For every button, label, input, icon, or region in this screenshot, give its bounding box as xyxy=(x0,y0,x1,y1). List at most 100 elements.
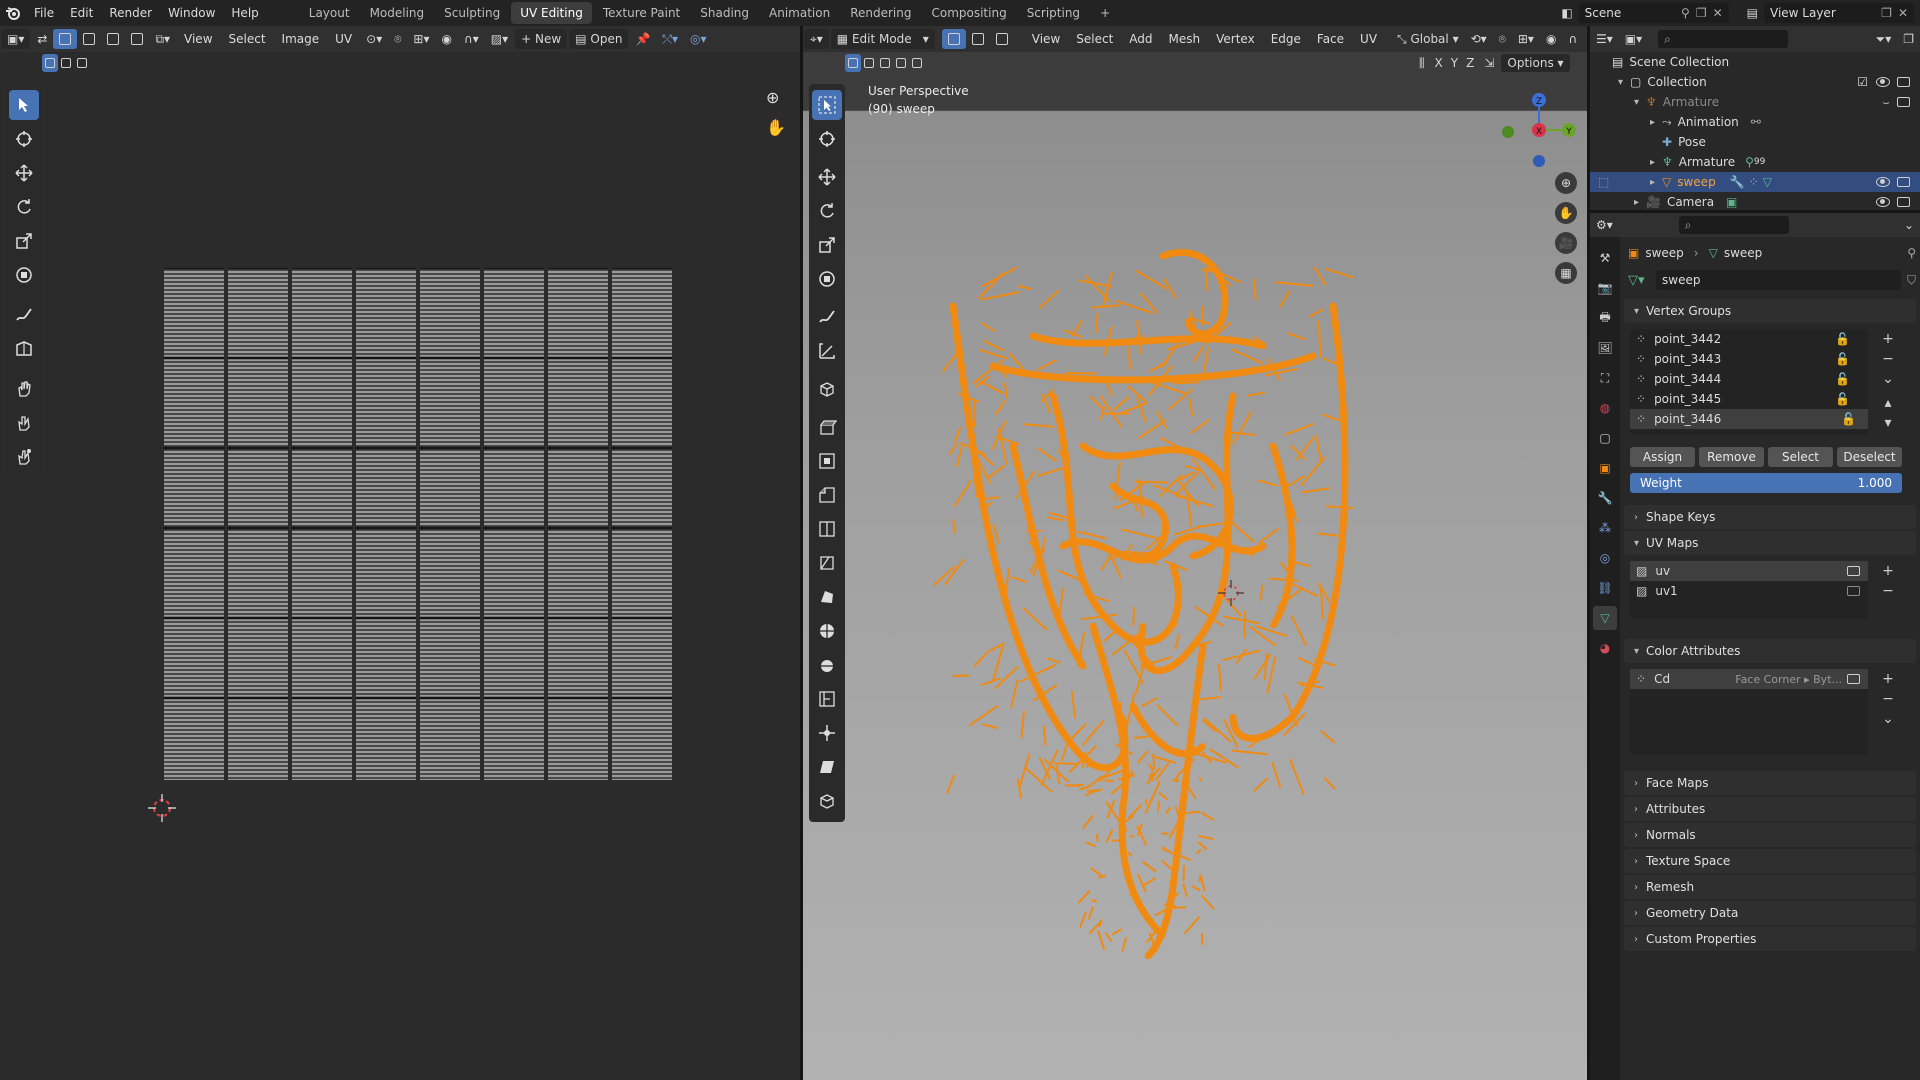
mesh-edge[interactable] xyxy=(1197,841,1208,851)
mesh-edge[interactable] xyxy=(980,677,1001,687)
mesh-edge-strand[interactable] xyxy=(1109,482,1170,562)
mesh-edge[interactable] xyxy=(1095,312,1099,334)
render-camera-icon[interactable] xyxy=(1897,97,1910,107)
zoom-view-icon[interactable]: ⊕ xyxy=(1555,172,1577,194)
pan-view-icon[interactable]: ✋ xyxy=(1555,202,1577,224)
shape-keys-panel-header[interactable]: › Shape Keys xyxy=(1624,505,1916,529)
mesh-edge[interactable] xyxy=(983,339,1005,352)
vertex-group-item[interactable]: ⁘ point_3444 🔓 xyxy=(1630,369,1868,389)
outliner-row-armature-object[interactable]: ▾ ♆ Armature ⌣ xyxy=(1590,92,1920,112)
remove-uv-map-button[interactable]: − xyxy=(1878,581,1898,601)
mesh-edge[interactable] xyxy=(1308,308,1324,319)
mesh-edge[interactable] xyxy=(982,723,998,730)
spin-tool-icon[interactable] xyxy=(812,616,842,646)
mesh-edge[interactable] xyxy=(1037,358,1058,371)
menu-render[interactable]: Render xyxy=(101,0,160,26)
tab-scripting[interactable]: Scripting xyxy=(1018,2,1089,24)
outliner-search[interactable]: ⌕ xyxy=(1658,30,1789,48)
mesh-edge[interactable] xyxy=(1231,749,1268,756)
remove-vertex-group-button[interactable]: − xyxy=(1878,349,1898,369)
mesh-edge[interactable] xyxy=(1116,299,1153,314)
vp-menu-select[interactable]: Select xyxy=(1068,26,1121,52)
uv-island-column[interactable] xyxy=(292,268,352,780)
options-dropdown[interactable]: Options ▾ xyxy=(1501,54,1570,72)
mesh-edge[interactable] xyxy=(1038,289,1060,309)
proportional-edit-icon[interactable]: ◉ xyxy=(436,29,458,49)
mesh-edge[interactable] xyxy=(1042,725,1047,746)
mesh-edge[interactable] xyxy=(1257,479,1278,487)
mesh-edge[interactable] xyxy=(1298,656,1318,668)
cursor-tool-icon[interactable] xyxy=(9,124,39,154)
mesh-edge[interactable] xyxy=(1228,431,1256,436)
mesh-edge[interactable] xyxy=(1077,530,1107,540)
mesh-edge[interactable] xyxy=(1230,521,1255,543)
mesh-edge[interactable] xyxy=(1110,783,1124,795)
mesh-edge[interactable] xyxy=(1185,810,1200,815)
mesh-edge[interactable] xyxy=(1279,290,1291,308)
open-image-button[interactable]: ▤ Open xyxy=(569,29,629,49)
vp-menu-vertex[interactable]: Vertex xyxy=(1208,26,1263,52)
display-mode-icon[interactable]: ▣▾ xyxy=(1619,29,1648,49)
lock-icon[interactable]: 🔓 xyxy=(1841,412,1856,426)
uv-maps-panel-header[interactable]: ▾ UV Maps xyxy=(1624,531,1916,555)
mesh-edge[interactable] xyxy=(981,322,996,333)
uv-menu-uv[interactable]: UV xyxy=(327,26,360,52)
visibility-eye-icon[interactable] xyxy=(1876,77,1890,87)
mesh-edge[interactable] xyxy=(1246,391,1265,397)
mesh-edge[interactable] xyxy=(1232,410,1253,445)
mesh-edge[interactable] xyxy=(1011,576,1028,584)
mesh-edge[interactable] xyxy=(1079,911,1087,928)
mesh-edge[interactable] xyxy=(1320,729,1336,744)
snap-settings-icon[interactable]: ⊞▾ xyxy=(1512,29,1540,49)
color-attribute-item[interactable]: ⁘ Cd Face Corner ▸ Byt... xyxy=(1630,669,1868,689)
vp-select-extend-icon[interactable] xyxy=(861,54,877,72)
tab-layout[interactable]: Layout xyxy=(300,2,359,24)
output-tab-icon[interactable]: 🖶 xyxy=(1593,306,1617,330)
active-render-camera-icon[interactable] xyxy=(1847,566,1860,576)
mesh-edge[interactable] xyxy=(1197,753,1227,764)
properties-editor-type-icon[interactable]: ⚙▾ xyxy=(1590,215,1619,235)
render-camera-icon[interactable] xyxy=(1897,177,1910,187)
scale-tool-icon[interactable] xyxy=(9,226,39,256)
tab-animation[interactable]: Animation xyxy=(760,2,839,24)
custom-properties-panel-header[interactable]: › Custom Properties xyxy=(1624,927,1916,951)
mesh-edge[interactable] xyxy=(979,380,1005,395)
overlay-toggle-icon[interactable]: ◎▾ xyxy=(684,29,713,49)
mesh-edge[interactable] xyxy=(1322,357,1338,365)
mesh-edge[interactable] xyxy=(1143,877,1157,886)
sticky-select-icon[interactable]: ⧉▾ xyxy=(149,29,176,49)
vp-select-subtract-icon[interactable] xyxy=(877,54,893,72)
mesh-edge[interactable] xyxy=(1102,271,1114,307)
vp-menu-face[interactable]: Face xyxy=(1309,26,1352,52)
vp-menu-add[interactable]: Add xyxy=(1121,26,1160,52)
outliner-row-camera[interactable]: ▸ 🎥 Camera ▣ xyxy=(1590,192,1920,212)
vp-menu-uv[interactable]: UV xyxy=(1352,26,1385,52)
mesh-edge[interactable] xyxy=(948,442,959,456)
mesh-edge[interactable] xyxy=(1259,585,1264,601)
mesh-edge[interactable] xyxy=(1295,436,1315,461)
mesh-edge-strand[interactable] xyxy=(1144,642,1207,960)
mesh-edge[interactable] xyxy=(1082,814,1095,830)
render-tab-icon[interactable]: 📷 xyxy=(1593,276,1617,300)
lock-icon[interactable]: 🔓 xyxy=(1835,332,1850,346)
mesh-edge[interactable] xyxy=(1166,341,1194,351)
mesh-edge[interactable] xyxy=(995,435,1020,446)
mesh-edge[interactable] xyxy=(1198,874,1202,883)
smooth-tool-icon[interactable] xyxy=(812,650,842,680)
blender-logo-icon[interactable] xyxy=(0,0,26,26)
face-select-icon[interactable] xyxy=(101,29,125,49)
mesh-edge[interactable] xyxy=(1097,930,1106,951)
attributes-panel-header[interactable]: › Attributes xyxy=(1624,797,1916,821)
uv-select-new-icon[interactable] xyxy=(42,54,58,72)
bevel-tool-icon[interactable] xyxy=(812,480,842,510)
vp-annotate-tool-icon[interactable] xyxy=(812,302,842,332)
uv-island-column[interactable] xyxy=(548,268,608,780)
pan-hand-icon[interactable]: ✋ xyxy=(766,118,786,137)
mirror-y-toggle[interactable]: Y xyxy=(1447,54,1462,72)
vp-rotate-tool-icon[interactable] xyxy=(812,196,842,226)
hidden-eye-icon[interactable]: ⌣ xyxy=(1882,95,1890,110)
vertex-select-icon[interactable] xyxy=(53,29,78,49)
properties-search[interactable]: ⌕ xyxy=(1678,216,1789,234)
mesh-edge[interactable] xyxy=(1275,281,1315,287)
vertex-group-item[interactable]: ⁘ point_3442 🔓 xyxy=(1630,329,1868,349)
